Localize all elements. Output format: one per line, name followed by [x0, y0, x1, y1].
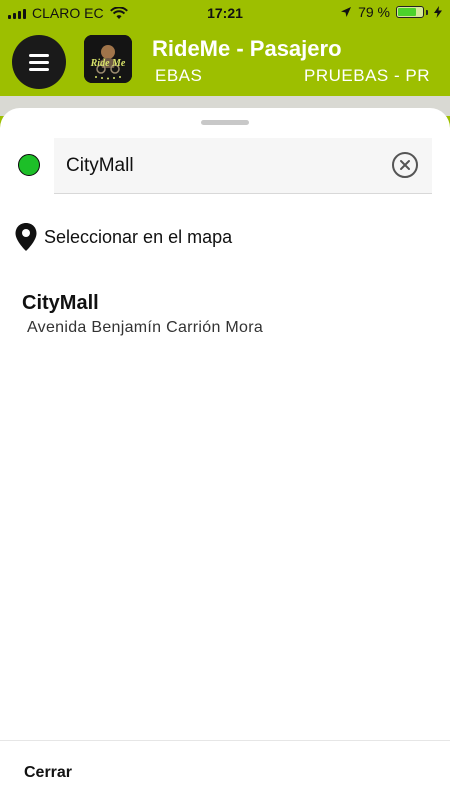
footer-divider [0, 740, 450, 741]
menu-button[interactable] [12, 35, 66, 89]
location-arrow-icon [341, 7, 352, 17]
battery-fill [398, 8, 417, 16]
header-subtitle-right: PRUEBAS - PR [304, 66, 430, 85]
app-logo: Ride Me [84, 35, 132, 83]
screen: CLARO EC 17:21 79 % Ride Me RideMe - Pas… [0, 0, 450, 800]
clear-search-button[interactable] [392, 152, 418, 178]
select-on-map-label: Seleccionar en el mapa [44, 226, 233, 247]
result-address: Avenida Benjamín Carrión Mora [27, 319, 264, 336]
origin-dot-icon [18, 154, 40, 176]
search-input[interactable]: CityMall [66, 155, 134, 177]
svg-text:Ride Me: Ride Me [90, 58, 126, 69]
sheet-drag-handle[interactable] [201, 120, 249, 125]
rideme-logo-icon: Ride Me [84, 35, 132, 83]
search-field[interactable]: CityMall [54, 138, 432, 194]
charging-bolt-icon [434, 6, 442, 18]
battery-cap [426, 9, 428, 15]
select-on-map-option[interactable]: Seleccionar en el mapa [14, 222, 232, 252]
status-bar: CLARO EC 17:21 79 % [0, 0, 450, 26]
app-title: RideMe - Pasajero [152, 36, 342, 61]
search-result-item[interactable]: CityMall Avenida Benjamín Carrión Mora [22, 292, 263, 337]
header-subtitle-left: EBAS [155, 66, 203, 85]
close-button[interactable]: Cerrar [24, 764, 72, 782]
app-header: Ride Me RideMe - Pasajero EBAS PRUEBAS -… [0, 26, 450, 98]
search-sheet: CityMall Seleccionar en el mapa CityMall… [0, 108, 450, 800]
status-right: 79 % [340, 4, 442, 20]
close-icon [400, 160, 410, 170]
hamburger-icon [29, 53, 49, 57]
result-title: CityMall [22, 292, 99, 314]
battery-icon [396, 6, 424, 18]
battery-percent: 79 % [358, 4, 390, 20]
map-pin-icon [15, 223, 37, 251]
